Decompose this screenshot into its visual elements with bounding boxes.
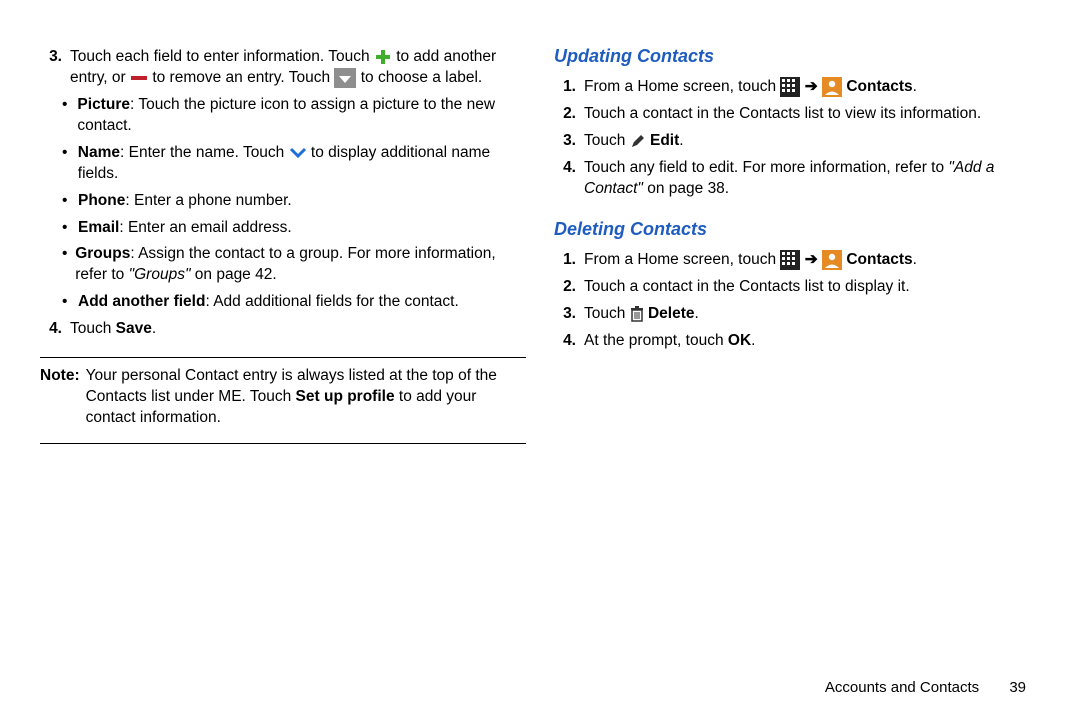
- bullet-dot: •: [62, 292, 72, 313]
- trash-delete-icon: [630, 306, 644, 322]
- step-number: 4.: [554, 331, 576, 352]
- contacts-app-icon: [822, 77, 842, 97]
- pencil-edit-icon: [630, 133, 646, 149]
- bullet-phone: • Phone: Enter a phone number.: [40, 188, 526, 215]
- bullet-dot: •: [62, 191, 72, 212]
- update-step-3: 3. Touch Edit.: [554, 128, 1040, 155]
- label-dropdown-icon: [334, 68, 356, 88]
- step-number: 1.: [554, 250, 576, 271]
- bullet-dot: •: [62, 95, 71, 137]
- manual-page: 3. Touch each field to enter information…: [0, 0, 1080, 452]
- bullet-picture: • Picture: Touch the picture icon to ass…: [40, 92, 526, 140]
- step-number: 4.: [554, 158, 576, 200]
- note-label: Note:: [40, 366, 80, 429]
- bullet-dot: •: [62, 143, 72, 185]
- footer-section: Accounts and Contacts: [825, 679, 979, 696]
- step-number: 3.: [40, 47, 62, 89]
- note-divider-top: [40, 357, 526, 358]
- step-number: 4.: [40, 319, 62, 340]
- note-divider-bottom: [40, 443, 526, 444]
- apps-grid-icon: [780, 250, 800, 270]
- contacts-app-icon: [822, 250, 842, 270]
- update-step-4: 4. Touch any field to edit. For more inf…: [554, 155, 1040, 203]
- bullet-email: • Email: Enter an email address.: [40, 215, 526, 242]
- delete-step-2: 2. Touch a contact in the Contacts list …: [554, 274, 1040, 301]
- heading-updating-contacts: Updating Contacts: [554, 44, 1040, 68]
- update-step-2: 2. Touch a contact in the Contacts list …: [554, 101, 1040, 128]
- left-column: 3. Touch each field to enter information…: [40, 44, 526, 452]
- bullet-groups: • Groups: Assign the contact to a group.…: [40, 241, 526, 289]
- bullet-dot: •: [62, 244, 69, 286]
- bullet-name: • Name: Enter the name. Touch to display…: [40, 140, 526, 188]
- step-number: 2.: [554, 104, 576, 125]
- minus-icon: [130, 72, 148, 84]
- right-column: Updating Contacts 1. From a Home screen,…: [554, 44, 1040, 452]
- bullet-dot: •: [62, 218, 72, 239]
- delete-step-4: 4. At the prompt, touch OK.: [554, 328, 1040, 355]
- delete-step-3: 3. Touch Delete.: [554, 301, 1040, 328]
- step-text: Touch each field to enter information. T…: [70, 47, 526, 89]
- expand-chevron-icon: [289, 146, 307, 160]
- bullet-add-field: • Add another field: Add additional fiel…: [40, 289, 526, 316]
- step-4: 4. Touch Save.: [40, 316, 526, 343]
- step-number: 3.: [554, 131, 576, 152]
- heading-deleting-contacts: Deleting Contacts: [554, 217, 1040, 241]
- apps-grid-icon: [780, 77, 800, 97]
- step-number: 1.: [554, 77, 576, 98]
- delete-step-1: 1. From a Home screen, touch ➔ Contacts.: [554, 247, 1040, 274]
- footer-page-number: 39: [1009, 679, 1026, 696]
- step-number: 3.: [554, 304, 576, 325]
- step-number: 2.: [554, 277, 576, 298]
- page-footer: Accounts and Contacts 39: [825, 678, 1026, 698]
- plus-icon: [374, 48, 392, 66]
- note-block: Note: Your personal Contact entry is alw…: [40, 366, 526, 429]
- step-3: 3. Touch each field to enter information…: [40, 44, 526, 92]
- update-step-1: 1. From a Home screen, touch ➔ Contacts.: [554, 74, 1040, 101]
